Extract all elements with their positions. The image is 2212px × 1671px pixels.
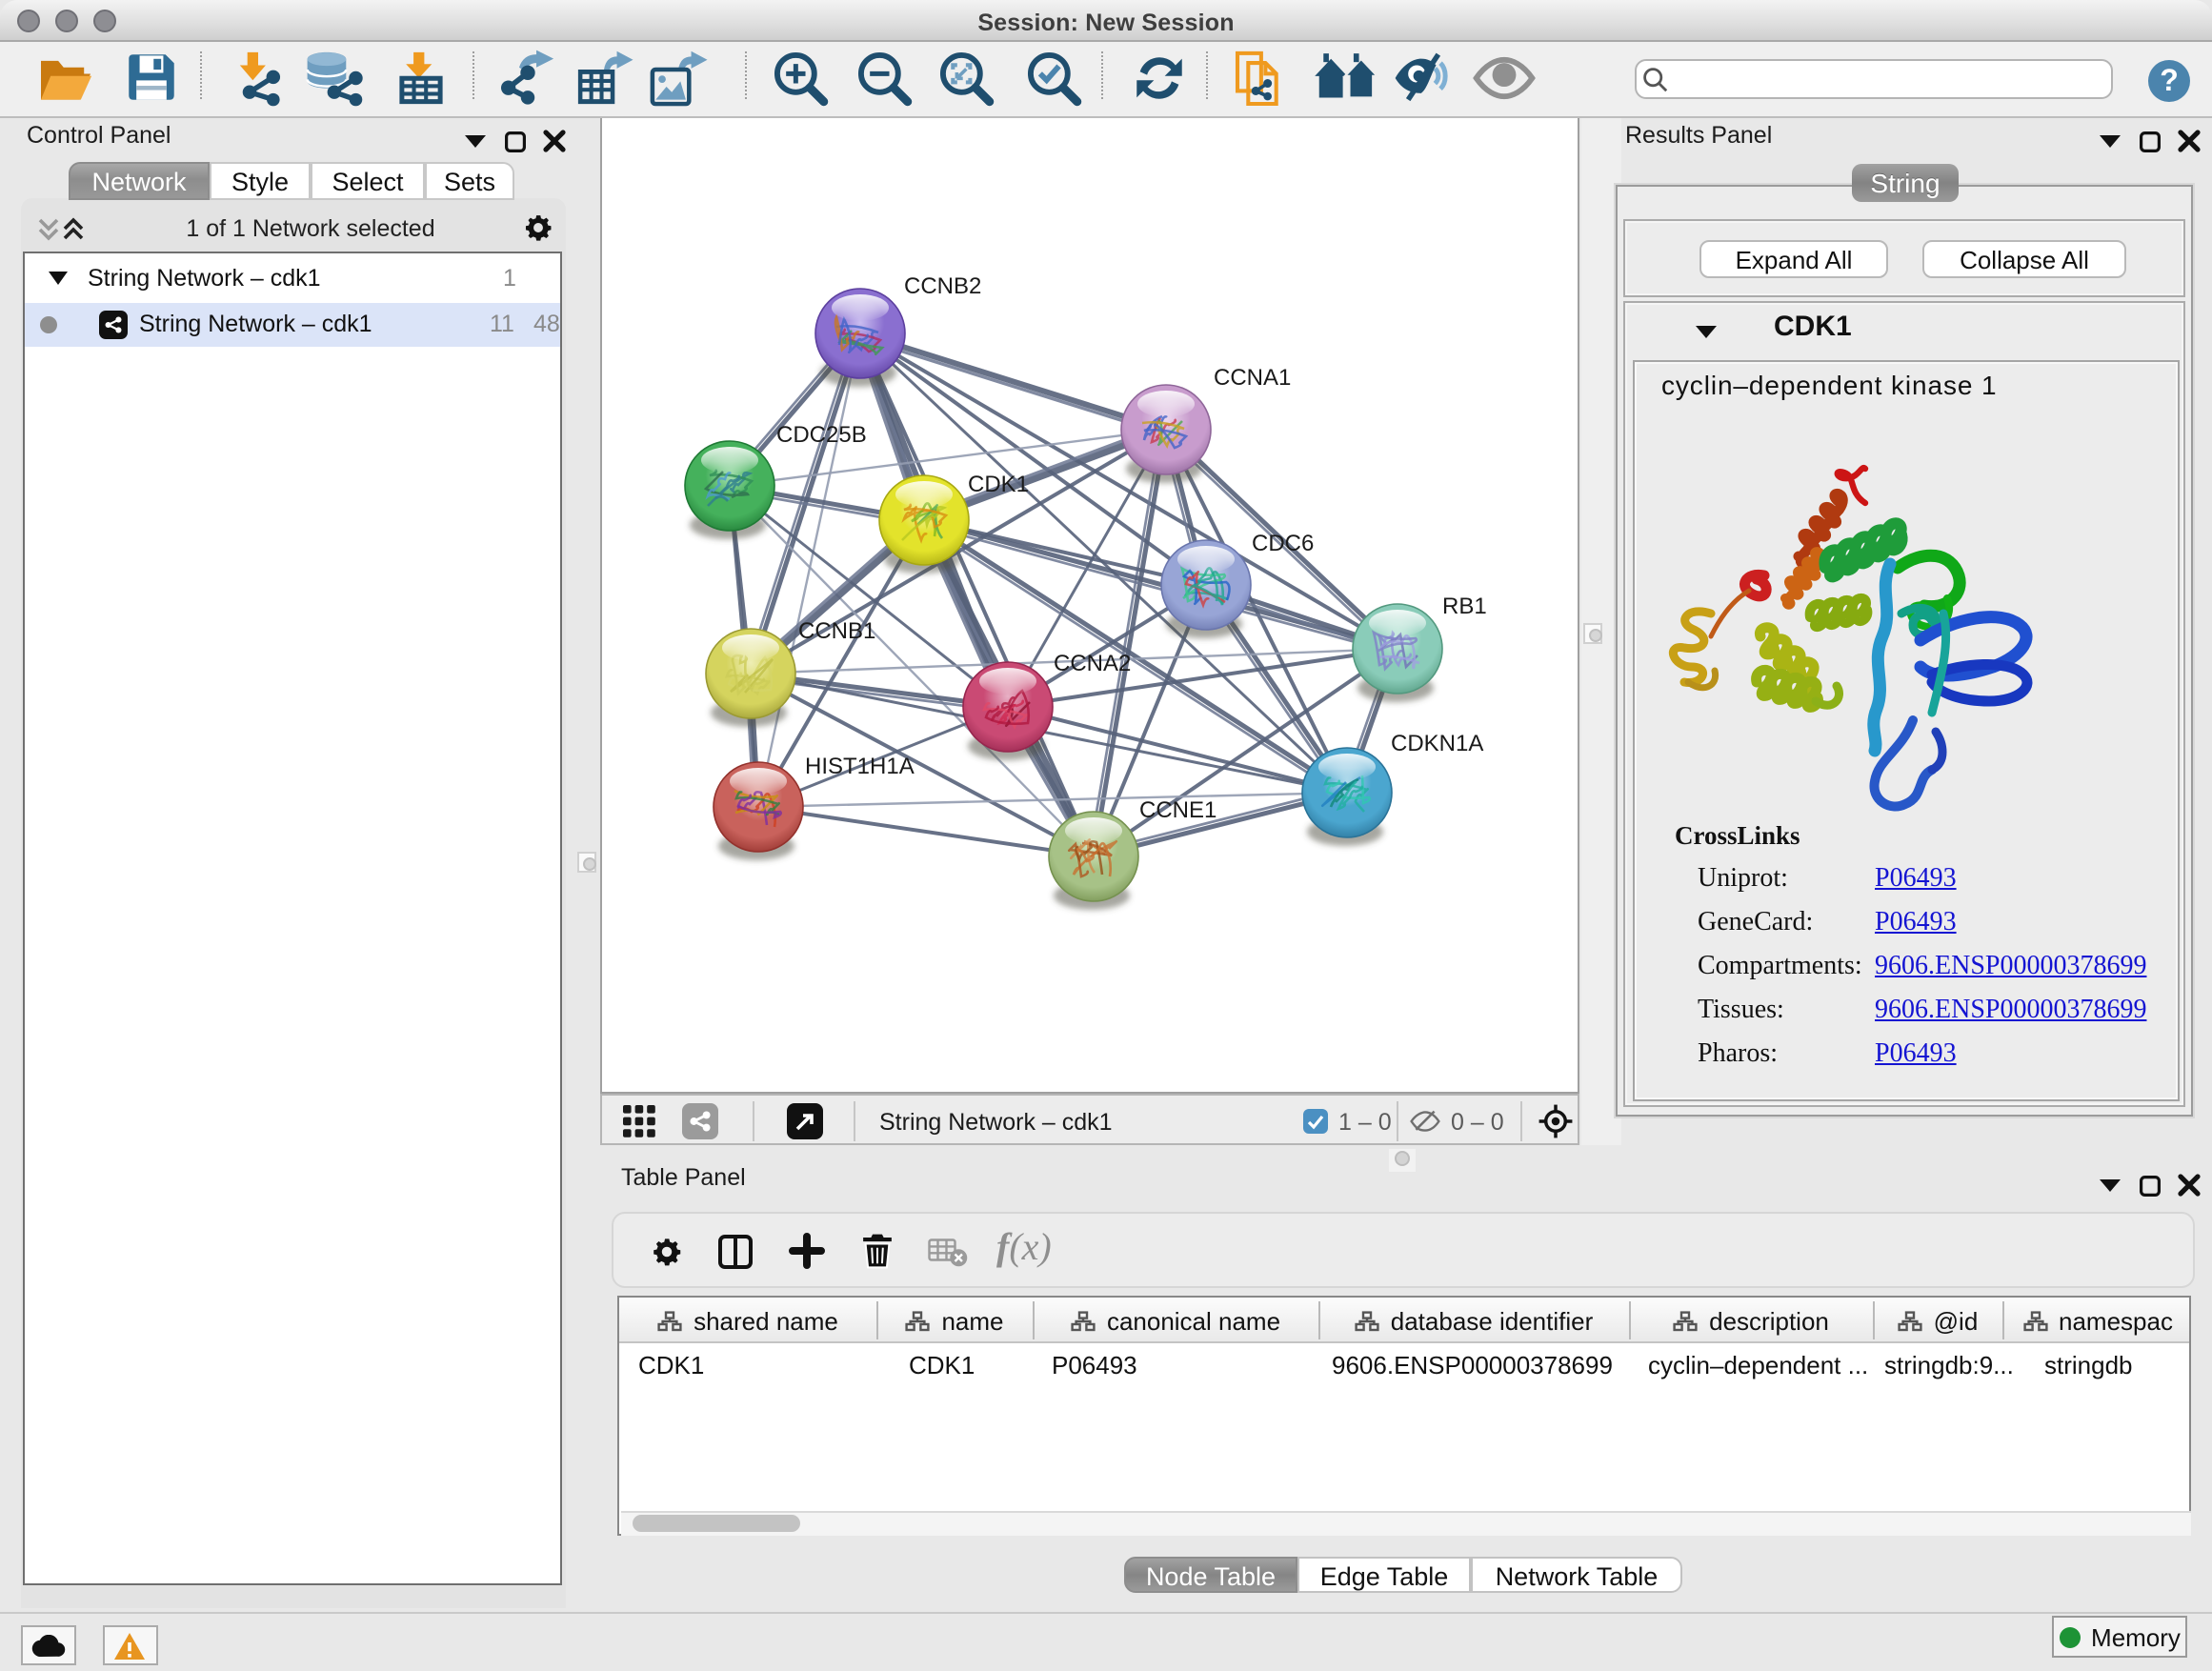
svg-text:CCNA1: CCNA1 [1214,365,1291,391]
svg-text:CDKN1A: CDKN1A [1391,731,1483,756]
svg-text:CCNE1: CCNE1 [1139,797,1217,823]
svg-text:CDK1: CDK1 [968,472,1029,497]
svg-text:CCNA2: CCNA2 [1054,651,1131,676]
svg-text:CCNB1: CCNB1 [798,618,875,644]
svg-text:RB1: RB1 [1442,594,1487,619]
svg-text:CCNB2: CCNB2 [904,273,981,299]
svg-text:CDC6: CDC6 [1252,531,1314,556]
svg-text:?: ? [2160,63,2179,97]
svg-text:HIST1H1A: HIST1H1A [805,754,915,779]
svg-text:CDC25B: CDC25B [776,422,867,448]
